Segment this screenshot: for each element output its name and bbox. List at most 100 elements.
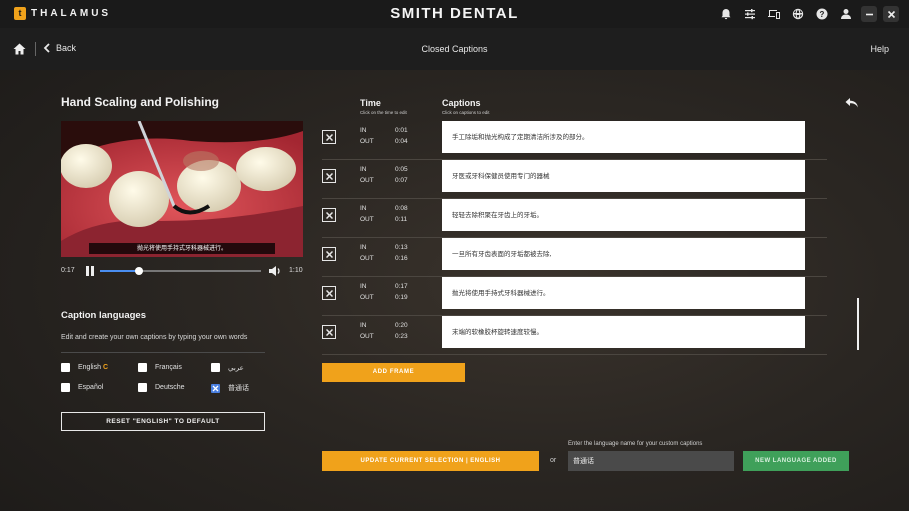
caption-languages-heading: Caption languages (61, 310, 146, 321)
in-time[interactable]: 0:01 (395, 127, 408, 134)
language-label: English (78, 364, 101, 371)
in-time[interactable]: 0:13 (395, 244, 408, 251)
language-option-mandarin[interactable]: 普通话 (211, 383, 249, 393)
checkbox[interactable] (138, 383, 147, 392)
out-time[interactable]: 0:04 (395, 138, 408, 145)
checkbox-checked[interactable] (211, 383, 220, 393)
out-label: OUT (360, 177, 374, 184)
captions-column-hint: Click on captions to edit (442, 110, 490, 115)
out-time[interactable]: 0:23 (395, 333, 408, 340)
captions-column-header: Captions (442, 98, 481, 108)
caption-text-field[interactable]: 轻轻去除积聚在牙齿上的牙垢。 (442, 199, 805, 231)
close-icon (325, 211, 333, 219)
page-title: Closed Captions (421, 44, 488, 54)
video-subtitle: 抛光将使用手持式牙科器械进行。 (89, 243, 275, 254)
or-separator: or (550, 457, 557, 464)
delete-row-button[interactable] (322, 286, 336, 300)
checkbox[interactable] (61, 363, 70, 372)
checkbox[interactable] (138, 363, 147, 372)
out-label: OUT (360, 333, 374, 340)
bell-icon[interactable] (717, 5, 735, 23)
default-badge: C (102, 364, 109, 371)
language-label: Deutsche (155, 384, 185, 391)
in-label: IN (360, 283, 367, 290)
caption-row: IN 0:13 OUT 0:16 一旦所有牙齿表面的牙垢都被去除, (322, 237, 827, 277)
time-column-header: Time (360, 98, 381, 108)
svg-text:?: ? (820, 10, 825, 19)
close-icon (325, 172, 333, 180)
language-option-spanish[interactable]: Español (61, 383, 103, 392)
seek-handle[interactable] (134, 267, 143, 275)
language-option-german[interactable]: Deutsche (138, 383, 185, 392)
in-time[interactable]: 0:20 (395, 322, 408, 329)
caption-text-field[interactable]: 抛光将使用手持式牙科器械进行。 (442, 277, 805, 309)
language-label: عربي (228, 363, 244, 372)
player-controls: 0:17 1:10 (61, 264, 303, 278)
checkbox[interactable] (61, 383, 70, 392)
in-label: IN (360, 244, 367, 251)
minimize-button[interactable] (861, 6, 877, 22)
out-time[interactable]: 0:19 (395, 294, 408, 301)
language-label: Español (78, 384, 104, 391)
out-label: OUT (360, 294, 374, 301)
language-label: 普通话 (228, 384, 249, 392)
caption-text-field[interactable]: 一旦所有牙齿表面的牙垢都被去除, (442, 238, 805, 270)
new-language-button[interactable]: NEW LANGUAGE ADDED (743, 451, 849, 471)
globe-icon[interactable] (789, 5, 807, 23)
reset-english-button[interactable]: RESET "ENGLISH" TO DEFAULT (61, 412, 265, 431)
language-option-arabic[interactable]: عربي (211, 363, 244, 372)
video-title: Hand Scaling and Polishing (61, 95, 220, 109)
out-label: OUT (360, 138, 374, 145)
caption-row: IN 0:20 OUT 0:23 末端的软橡胶杯旋转速度较慢。 (322, 315, 827, 355)
devices-icon[interactable] (765, 5, 783, 23)
delete-row-button[interactable] (322, 247, 336, 261)
help-link[interactable]: Help (870, 44, 889, 54)
delete-row-button[interactable] (322, 130, 336, 144)
sliders-icon[interactable] (741, 5, 759, 23)
out-label: OUT (360, 255, 374, 262)
delete-row-button[interactable] (322, 169, 336, 183)
seek-progress (100, 270, 139, 272)
caption-row: IN 0:05 OUT 0:07 牙医或牙科保健员使用专门的器械 (322, 159, 827, 199)
out-label: OUT (360, 216, 374, 223)
close-window-button[interactable] (883, 6, 899, 22)
check-x-icon (212, 385, 219, 391)
caption-text-field[interactable]: 手工除垢和抛光构成了定期清洁所涉及的部分。 (442, 121, 805, 153)
volume-icon[interactable] (268, 265, 282, 277)
in-time[interactable]: 0:17 (395, 283, 408, 290)
in-label: IN (360, 127, 367, 134)
divider (61, 352, 265, 353)
top-toolbar: ? (717, 5, 899, 23)
caption-text-field[interactable]: 末端的软橡胶杯旋转速度较慢。 (442, 316, 805, 348)
in-time[interactable]: 0:05 (395, 166, 408, 173)
delete-row-button[interactable] (322, 325, 336, 339)
add-frame-button[interactable]: ADD FRAME (322, 363, 465, 382)
language-option-english[interactable]: English C (61, 363, 108, 372)
caption-row: IN 0:17 OUT 0:19 抛光将使用手持式牙科器械进行。 (322, 276, 827, 316)
in-time[interactable]: 0:08 (395, 205, 408, 212)
language-option-french[interactable]: Français (138, 363, 182, 372)
out-time[interactable]: 0:16 (395, 255, 408, 262)
close-icon (325, 289, 333, 297)
time-column-hint: Click on the time to edit (360, 110, 407, 115)
pause-icon[interactable] (86, 266, 94, 276)
scrollbar[interactable] (857, 298, 859, 350)
seek-bar[interactable] (100, 267, 261, 275)
user-icon[interactable] (837, 5, 855, 23)
out-time[interactable]: 0:07 (395, 177, 408, 184)
duration: 1:10 (289, 267, 303, 274)
help-icon[interactable]: ? (813, 5, 831, 23)
language-name-label: Enter the language name for your custom … (568, 441, 703, 447)
language-name-input[interactable] (568, 451, 734, 471)
out-time[interactable]: 0:11 (395, 216, 407, 223)
checkbox[interactable] (211, 363, 220, 372)
in-label: IN (360, 166, 367, 173)
update-selection-button[interactable]: UPDATE CURRENT SELECTION | ENGLISH (322, 451, 539, 471)
caption-text-field[interactable]: 牙医或牙科保健员使用专门的器械 (442, 160, 805, 192)
video-player[interactable]: 抛光将使用手持式牙科器械进行。 (61, 121, 303, 257)
undo-icon[interactable] (845, 97, 859, 109)
caption-row: IN 0:08 OUT 0:11 轻轻去除积聚在牙齿上的牙垢。 (322, 198, 827, 238)
language-label: Français (155, 364, 182, 371)
in-label: IN (360, 322, 367, 329)
delete-row-button[interactable] (322, 208, 336, 222)
